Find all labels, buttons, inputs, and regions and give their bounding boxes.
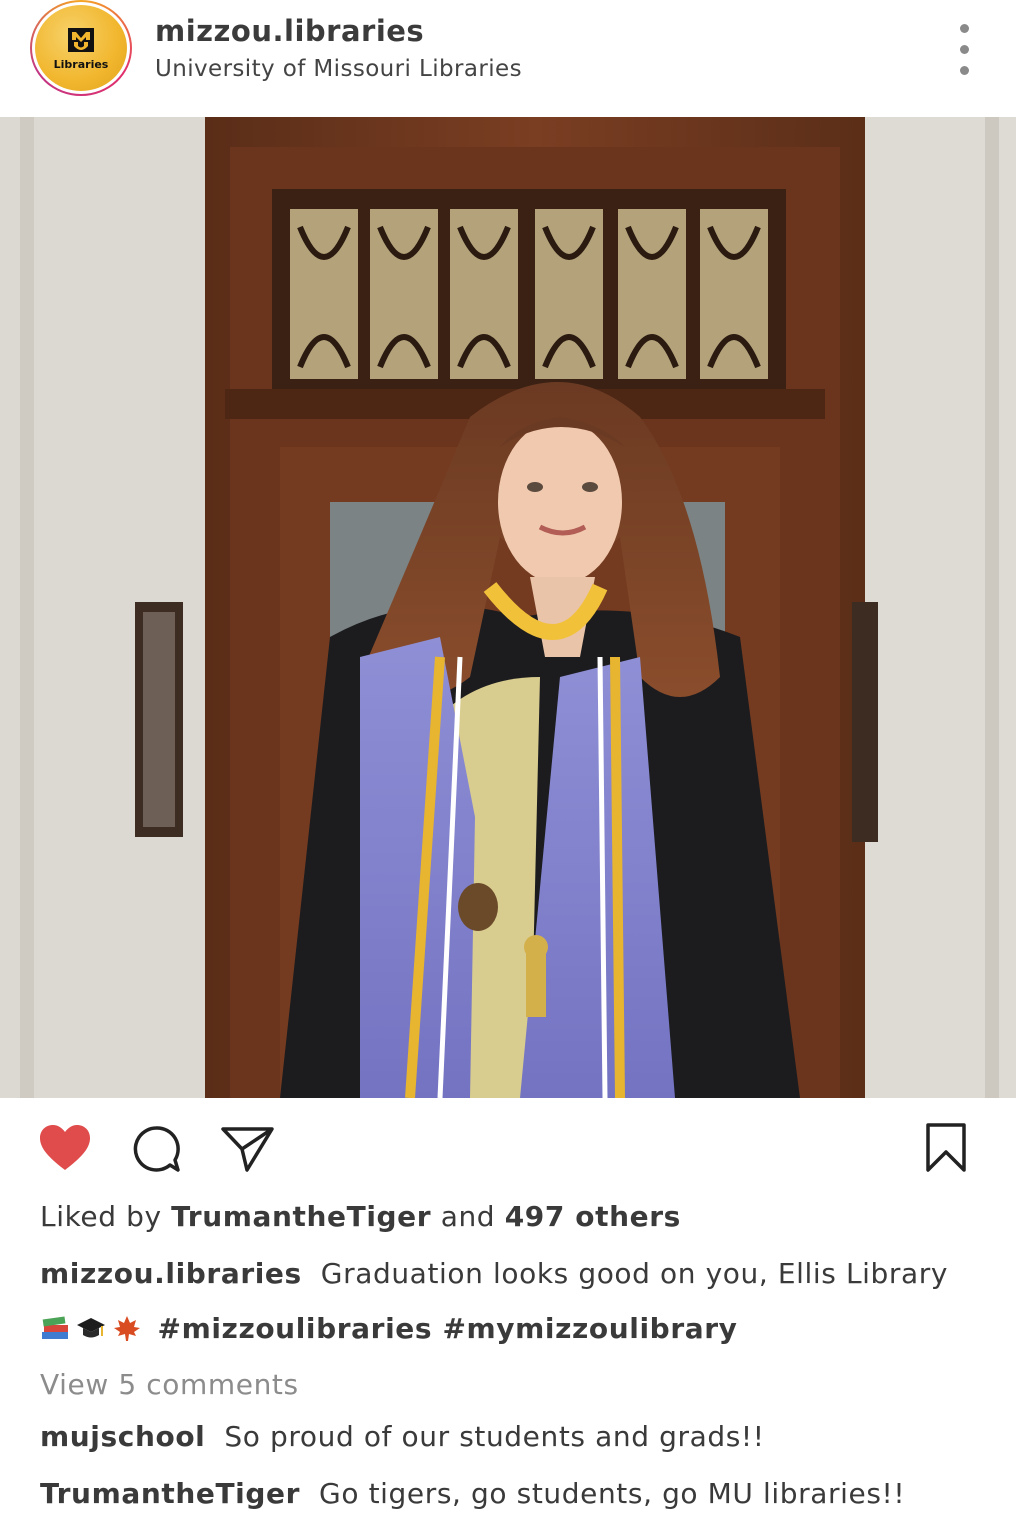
- books-emoji: [42, 1316, 68, 1339]
- mu-logo-icon: [68, 28, 94, 52]
- comment-username[interactable]: TrumantheTiger: [40, 1477, 300, 1510]
- maple-leaf-emoji: [114, 1316, 140, 1341]
- account-subtitle: University of Missouri Libraries: [155, 56, 522, 82]
- view-comments-link[interactable]: View 5 comments: [40, 1368, 299, 1401]
- caption-line: mizzou.libraries Graduation looks good o…: [40, 1257, 948, 1290]
- comment-username[interactable]: mujschool: [40, 1420, 205, 1453]
- comment-row: mujschool So proud of our students and g…: [40, 1420, 765, 1453]
- comment-row: TrumantheTiger Go tigers, go students, g…: [40, 1477, 905, 1510]
- likes-user[interactable]: TrumantheTiger: [171, 1200, 431, 1233]
- caption-text: Graduation looks good on you, Ellis Libr…: [320, 1257, 949, 1290]
- likes-joiner: and: [440, 1200, 496, 1233]
- likes-prefix: Liked by: [40, 1200, 162, 1233]
- comment-bubble-icon[interactable]: [130, 1124, 182, 1176]
- post-header: Libraries mizzou.libraries University of…: [0, 0, 1016, 117]
- comment-text: So proud of our students and grads!!: [224, 1420, 765, 1453]
- caption-hashtags[interactable]: #mizzoulibraries #mymizzoulibrary: [158, 1312, 738, 1345]
- likes-summary[interactable]: Liked by TrumantheTiger and 497 others: [40, 1200, 681, 1233]
- more-options-icon[interactable]: [948, 20, 980, 76]
- post-photo: [0, 117, 1016, 1098]
- account-username[interactable]: mizzou.libraries: [155, 14, 424, 48]
- paper-plane-icon[interactable]: [220, 1124, 276, 1174]
- caption-username[interactable]: mizzou.libraries: [40, 1257, 302, 1290]
- post-image[interactable]: [0, 117, 1016, 1098]
- avatar[interactable]: Libraries: [30, 0, 132, 96]
- caption-hashtags-line: #mizzoulibraries #mymizzoulibrary: [40, 1312, 738, 1345]
- graduation-cap-emoji: [77, 1318, 105, 1338]
- avatar-label: Libraries: [53, 58, 109, 71]
- likes-others[interactable]: 497 others: [505, 1200, 681, 1233]
- comment-text: Go tigers, go students, go MU libraries!…: [319, 1477, 906, 1510]
- heart-filled-icon[interactable]: [38, 1124, 92, 1172]
- action-bar: [0, 1110, 1016, 1190]
- bookmark-icon[interactable]: [924, 1122, 968, 1174]
